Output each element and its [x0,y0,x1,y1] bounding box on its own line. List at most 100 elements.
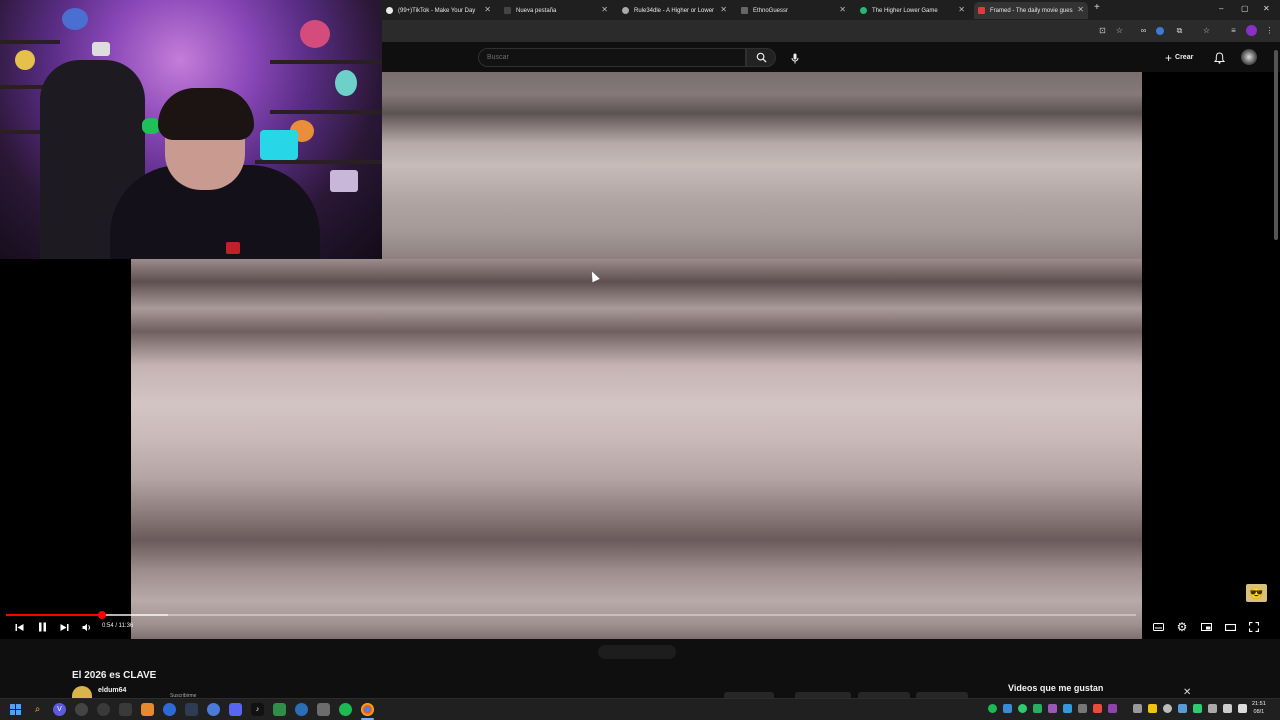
tab-ethnoguessr[interactable]: EthnoGuessr ✕ [737,2,850,19]
browser-icon[interactable] [295,703,308,716]
page-scrollbar[interactable] [1274,50,1278,240]
tray-icon[interactable] [1078,704,1087,713]
end-screen-thumbnail[interactable]: 😎 [1246,584,1267,602]
progress-scrubber[interactable] [98,611,107,619]
tray-icon[interactable] [1178,704,1187,713]
tray-icon[interactable] [1208,704,1217,713]
app-icon[interactable] [207,703,220,716]
channel-name[interactable]: eldum64 [98,687,126,694]
playlist-title: Videos que me gustan [1008,683,1104,693]
discord-icon[interactable] [229,703,242,716]
tab-close-icon[interactable]: ✕ [720,5,727,14]
tray-icon[interactable] [1018,704,1027,713]
previous-icon [15,623,23,631]
miniplayer-button[interactable] [1198,620,1214,634]
tab-higher-lower[interactable]: The Higher Lower Game ✕ [856,2,969,19]
tray-icon[interactable] [1108,704,1117,713]
app-icon[interactable] [163,703,176,716]
tiktok-favicon-icon [386,7,393,14]
app-icon[interactable] [97,703,110,716]
tab-rule34dle[interactable]: Rule34dle - A Higher or Lower ✕ [618,2,731,19]
maximize-button[interactable]: ▢ [1241,4,1249,13]
tray-spotify-icon[interactable] [988,704,997,713]
subtitles-button[interactable] [1150,620,1166,634]
tab-close-icon[interactable]: ✕ [1077,5,1084,14]
pause-button[interactable] [34,620,50,634]
extensions-puzzle-icon[interactable]: ⧉ [1174,25,1185,36]
extension-eye-icon[interactable]: ∞ [1138,25,1149,36]
minimize-button[interactable]: – [1219,4,1223,13]
chrome-icon[interactable] [361,703,374,716]
sunglasses-emoji-icon: 😎 [1249,587,1264,600]
profile-avatar-icon[interactable] [1246,25,1257,36]
tab-close-icon[interactable]: ✕ [839,5,846,14]
video-frame[interactable] [131,259,1142,639]
volume-tray-icon[interactable] [1238,704,1247,713]
playlist-close-icon[interactable]: ✕ [1183,687,1191,698]
fullscreen-button[interactable] [1246,620,1262,634]
create-button[interactable]: + Crear [1165,49,1193,66]
theater-mode-button[interactable] [1222,620,1238,634]
tray-icon[interactable] [1193,704,1202,713]
progress-bar[interactable] [6,614,1136,616]
settings-button[interactable]: ⚙ [1174,620,1190,634]
plus-icon: + [1165,50,1173,65]
clock-date: 08/1 [1253,709,1265,715]
tray-icon[interactable] [1148,704,1157,713]
autoplay-pill[interactable] [598,645,676,659]
progress-played [6,614,103,616]
tray-icon[interactable] [1063,704,1072,713]
search-button[interactable] [746,48,776,67]
tab-close-icon[interactable]: ✕ [484,5,491,14]
tab-framed[interactable]: Framed - The daily movie gues ✕ [974,2,1088,19]
voice-search-button[interactable] [786,49,804,67]
app-icon[interactable] [75,703,88,716]
tray-icon[interactable] [1033,704,1042,713]
search-icon[interactable]: ⌕ [31,703,44,716]
search-icon [756,52,767,63]
install-app-icon[interactable]: ⊡ [1097,25,1108,36]
bell-icon [1213,52,1226,64]
microphone-icon [791,53,799,63]
wifi-icon[interactable] [1223,704,1232,713]
app-icon[interactable] [119,703,132,716]
youtube-account-avatar[interactable] [1241,49,1257,65]
next-button[interactable] [56,620,72,634]
search-placeholder: Buscar [487,54,509,61]
steam-icon[interactable] [185,703,198,716]
video-frame-top[interactable] [382,72,1142,259]
spotify-icon[interactable] [339,703,352,716]
windows-taskbar: ⌕ V ♪ 21:51 08/1 [0,698,1280,720]
notifications-button[interactable] [1213,51,1226,69]
windows-start-icon[interactable] [9,703,22,716]
next-icon [60,623,68,631]
app-icon[interactable] [141,703,154,716]
tray-icon[interactable] [1163,704,1172,713]
tray-icon[interactable] [1133,704,1142,713]
app-icon[interactable] [317,703,330,716]
tiktok-icon[interactable]: ♪ [251,703,264,716]
browser-menu-icon[interactable]: ⋮ [1264,25,1275,36]
new-tab-button[interactable]: + [1094,2,1100,13]
extension-blue-icon[interactable] [1156,27,1164,35]
favorites-icon[interactable]: ☆ [1201,25,1212,36]
previous-button[interactable] [11,620,27,634]
close-window-button[interactable]: ✕ [1263,4,1270,13]
pause-icon [38,622,46,632]
search-input[interactable]: Buscar [478,48,746,67]
tray-icon[interactable] [1003,704,1012,713]
volume-button[interactable] [79,620,95,634]
tab-new[interactable]: Nueva pestaña ✕ [500,2,612,19]
tray-icon[interactable] [1093,704,1102,713]
higher-lower-favicon-icon [860,7,867,14]
tab-close-icon[interactable]: ✕ [601,5,608,14]
tray-icon[interactable] [1048,704,1057,713]
bookmark-star-icon[interactable]: ☆ [1114,25,1125,36]
tab-close-icon[interactable]: ✕ [958,5,965,14]
create-label: Crear [1175,54,1194,61]
app-v-icon[interactable]: V [53,703,66,716]
app-icon[interactable] [273,703,286,716]
tab-tiktok[interactable]: (99+)TikTok - Make Your Day ✕ [382,2,495,19]
sidebar-icon[interactable]: ≡ [1228,25,1239,36]
system-clock[interactable]: 21:51 08/1 [1252,700,1266,716]
